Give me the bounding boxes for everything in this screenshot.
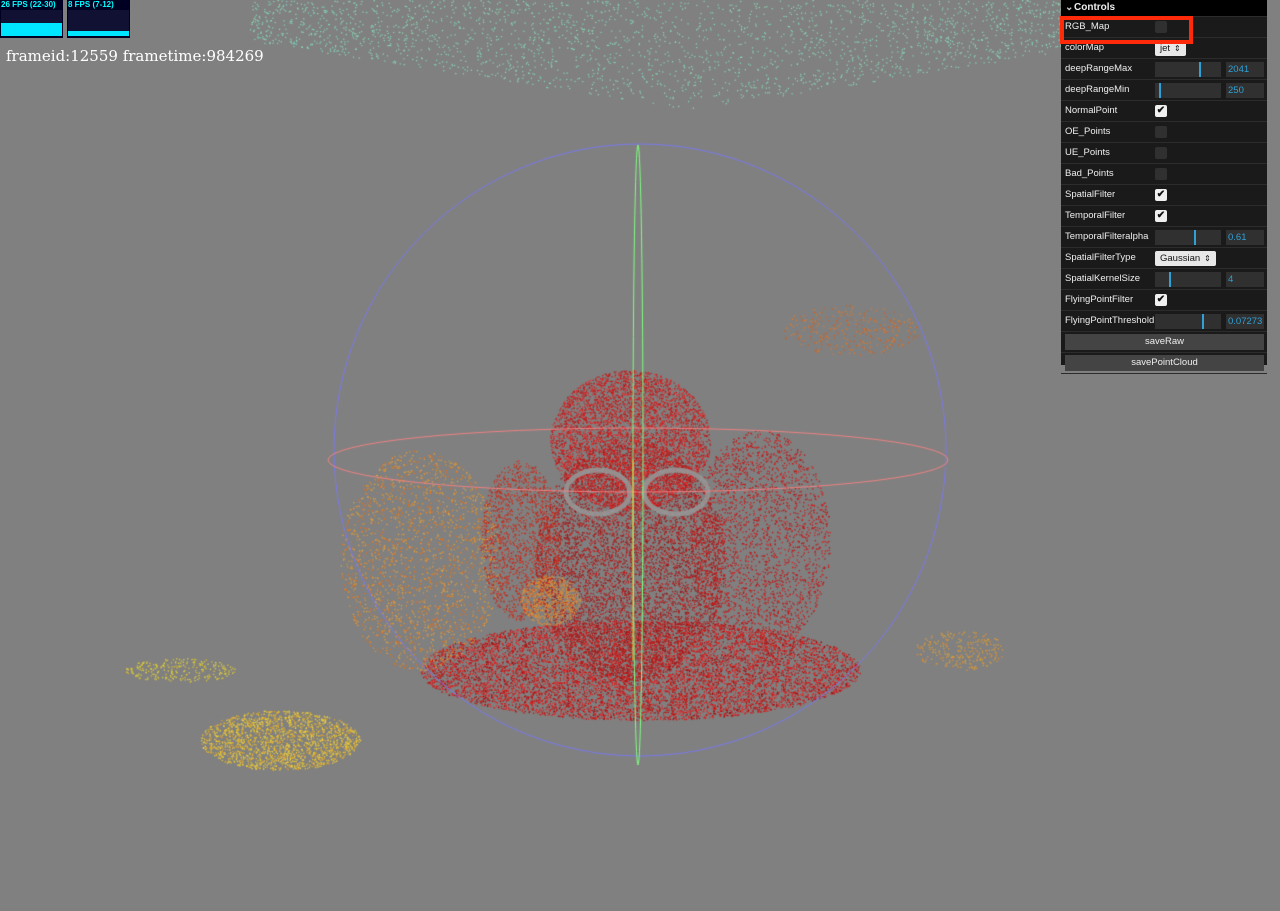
ms-label: 8 FPS (7-12): [68, 0, 114, 9]
select-arrows-icon: ⇕: [1174, 44, 1181, 53]
spatial-filter-type-row: SpatialFilterType Gaussian ⇕: [1061, 248, 1267, 269]
spatial-kernel-size-slider[interactable]: [1155, 272, 1221, 287]
select-arrows-icon: ⇕: [1204, 254, 1211, 263]
controls-title[interactable]: ⌄Controls: [1061, 0, 1267, 17]
flying-point-threshold-input[interactable]: 0.07273: [1226, 314, 1264, 329]
save-point-cloud-row: savePointCloud: [1061, 353, 1267, 374]
temporal-filter-row: TemporalFilter ✔: [1061, 206, 1267, 227]
oe-points-row: OE_Points: [1061, 122, 1267, 143]
spatial-kernel-size-input[interactable]: 4: [1226, 272, 1264, 287]
ue-points-checkbox[interactable]: [1155, 147, 1167, 159]
flying-point-threshold-label: FlyingPointThreshold: [1065, 315, 1155, 326]
oe-points-label: OE_Points: [1065, 126, 1111, 137]
spatial-filter-type-select[interactable]: Gaussian ⇕: [1155, 251, 1216, 266]
controls-panel: ⌄Controls RGB_Map colorMap jet ⇕ deepRang…: [1061, 0, 1267, 374]
normal-point-label: NormalPoint: [1065, 105, 1118, 116]
bad-points-row: Bad_Points: [1061, 164, 1267, 185]
deep-range-max-input[interactable]: 2041: [1226, 62, 1264, 77]
flying-point-filter-row: FlyingPointFilter ✔: [1061, 290, 1267, 311]
controls-title-label: Controls: [1074, 2, 1116, 13]
bad-points-label: Bad_Points: [1065, 168, 1114, 179]
deep-range-max-label: deepRangeMax: [1065, 63, 1133, 74]
color-map-value: jet: [1160, 43, 1171, 54]
fps-label: 26 FPS (22-30): [1, 0, 56, 9]
deep-range-min-row: deepRangeMin 250: [1061, 80, 1267, 101]
ue-points-row: UE_Points: [1061, 143, 1267, 164]
flying-point-filter-label: FlyingPointFilter: [1065, 294, 1134, 305]
spatial-filter-label: SpatialFilter: [1065, 189, 1116, 200]
chevron-down-icon: ⌄: [1065, 2, 1074, 13]
spatial-filter-type-value: Gaussian: [1160, 253, 1201, 264]
save-point-cloud-button[interactable]: savePointCloud: [1065, 355, 1264, 371]
fps-stats-panel[interactable]: 26 FPS (22-30): [0, 0, 63, 38]
flying-point-filter-checkbox[interactable]: ✔: [1155, 294, 1167, 306]
spatial-filter-row: SpatialFilter ✔: [1061, 185, 1267, 206]
save-raw-button[interactable]: saveRaw: [1065, 334, 1264, 350]
deep-range-max-row: deepRangeMax 2041: [1061, 59, 1267, 80]
spatial-kernel-size-label: SpatialKernelSize: [1065, 273, 1140, 284]
ms-stats-panel[interactable]: 8 FPS (7-12): [67, 0, 130, 38]
temporal-filter-alpha-input[interactable]: 0.61: [1226, 230, 1264, 245]
bad-points-checkbox[interactable]: [1155, 168, 1167, 180]
save-raw-row: saveRaw: [1061, 332, 1267, 353]
highlight-box: [1060, 16, 1193, 44]
spatial-kernel-size-row: SpatialKernelSize 4: [1061, 269, 1267, 290]
temporal-filter-label: TemporalFilter: [1065, 210, 1126, 221]
spatial-filter-type-label: SpatialFilterType: [1065, 252, 1136, 263]
deep-range-max-slider[interactable]: [1155, 62, 1221, 77]
temporal-filter-checkbox[interactable]: ✔: [1155, 210, 1167, 222]
deep-range-min-slider[interactable]: [1155, 83, 1221, 98]
frame-info-text: frameid:12559 frametime:984269: [6, 47, 264, 65]
temporal-filter-alpha-label: TemporalFilteralpha: [1065, 231, 1149, 242]
deep-range-min-label: deepRangeMin: [1065, 84, 1130, 95]
temporal-filter-alpha-slider[interactable]: [1155, 230, 1221, 245]
deep-range-min-input[interactable]: 250: [1226, 83, 1264, 98]
normal-point-row: NormalPoint ✔: [1061, 101, 1267, 122]
spatial-filter-checkbox[interactable]: ✔: [1155, 189, 1167, 201]
ue-points-label: UE_Points: [1065, 147, 1110, 158]
normal-point-checkbox[interactable]: ✔: [1155, 105, 1167, 117]
ms-graph: [68, 10, 129, 36]
oe-points-checkbox[interactable]: [1155, 126, 1167, 138]
temporal-filter-alpha-row: TemporalFilteralpha 0.61: [1061, 227, 1267, 248]
flying-point-threshold-row: FlyingPointThreshold 0.07273: [1061, 311, 1267, 332]
fps-graph: [1, 10, 62, 36]
flying-point-threshold-slider[interactable]: [1155, 314, 1221, 329]
